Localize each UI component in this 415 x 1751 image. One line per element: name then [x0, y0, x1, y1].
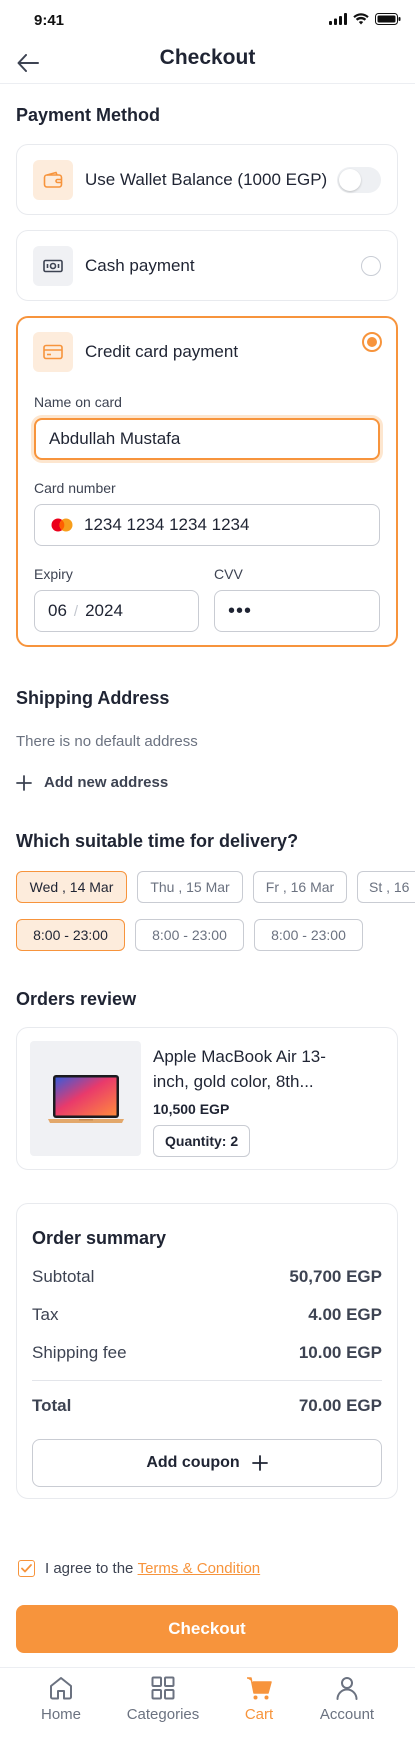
- wifi-icon: [353, 13, 369, 25]
- total-label: Total: [32, 1396, 72, 1415]
- time-chip[interactable]: 8:00 - 23:00: [16, 919, 125, 951]
- credit-card-radio[interactable]: [362, 332, 382, 352]
- subtotal-row: Subtotal 50,700 EGP: [32, 1267, 382, 1287]
- expiry-month: 06: [48, 601, 67, 620]
- cart-icon: [247, 1677, 272, 1700]
- nav-account-label: Account: [319, 1706, 375, 1723]
- nav-home-label: Home: [40, 1706, 81, 1723]
- home-icon: [50, 1677, 72, 1700]
- quantity-badge[interactable]: Quantity: 2: [153, 1125, 251, 1157]
- product-name-line: Apple MacBook Air 13-: [153, 1047, 326, 1066]
- shipping-fee-value: 10.00 EGP: [298, 1343, 382, 1362]
- subtotal-label: Subtotal: [32, 1267, 95, 1286]
- total-value: 70.00 EGP: [298, 1396, 382, 1415]
- battery-icon: [375, 13, 401, 25]
- laptop-image: [47, 1074, 124, 1123]
- cvv-label: CVV: [214, 566, 243, 582]
- nav-home[interactable]: Home: [16, 1674, 106, 1723]
- date-chip[interactable]: Fr , 16 Mar: [253, 871, 347, 903]
- nav-account[interactable]: Account: [302, 1674, 392, 1723]
- checkmark-icon: [21, 1564, 32, 1573]
- tax-row: Tax 4.00 EGP: [32, 1305, 382, 1325]
- page-title: Checkout: [159, 46, 256, 69]
- product-name: Apple MacBook Air 13- inch, gold color, …: [153, 1044, 326, 1094]
- expiry-separator: /: [73, 602, 79, 620]
- name-on-card-input[interactable]: Abdullah Mustafa: [34, 418, 380, 460]
- tax-value: 4.00 EGP: [308, 1305, 382, 1324]
- wallet-label: Use Wallet Balance (1000 EGP): [85, 170, 328, 189]
- date-chip[interactable]: Wed , 14 Mar: [16, 871, 127, 903]
- name-on-card-label: Name on card: [34, 394, 122, 410]
- cash-icon: [33, 246, 73, 286]
- product-image: [30, 1041, 141, 1156]
- plus-icon: [16, 774, 32, 791]
- nav-cart[interactable]: Cart: [214, 1674, 304, 1723]
- checkout-label: Checkout: [168, 1619, 246, 1638]
- add-coupon-button[interactable]: Add coupon: [32, 1439, 382, 1487]
- shipping-fee-row: Shipping fee 10.00 EGP: [32, 1343, 382, 1363]
- status-time: 9:41: [34, 12, 65, 29]
- credit-card-option[interactable]: Credit card payment Name on card Abdulla…: [16, 316, 398, 647]
- payment-method-title: Payment Method: [16, 105, 161, 125]
- expiry-input[interactable]: 06 / 2024: [34, 590, 199, 632]
- top-app-bar: Checkout: [0, 40, 415, 84]
- signal-icon: [329, 13, 347, 25]
- terms-checkbox[interactable]: [18, 1560, 35, 1577]
- card-number-input[interactable]: 1234 1234 1234 1234: [34, 504, 380, 546]
- terms-row: I agree to the Terms & Condition: [18, 1560, 260, 1577]
- cvv-input[interactable]: •••: [214, 590, 380, 632]
- wallet-toggle[interactable]: [337, 167, 381, 193]
- no-address-text: There is no default address: [16, 733, 198, 750]
- order-summary-title: Order summary: [32, 1228, 167, 1248]
- plus-icon: [251, 1455, 268, 1471]
- add-coupon-label: Add coupon: [146, 1454, 240, 1471]
- status-bar: 9:41: [0, 0, 415, 40]
- delivery-time-title: Which suitable time for delivery?: [16, 831, 299, 851]
- wallet-option[interactable]: Use Wallet Balance (1000 EGP): [16, 144, 398, 215]
- credit-card-label: Credit card payment: [85, 342, 239, 361]
- subtotal-value: 50,700 EGP: [289, 1267, 382, 1286]
- time-chip[interactable]: 8:00 - 23:00: [135, 919, 244, 951]
- card-number-label: Card number: [34, 480, 116, 496]
- wallet-icon: [33, 160, 73, 200]
- product-price: 10,500 EGP: [153, 1101, 230, 1117]
- credit-card-icon: [33, 332, 73, 372]
- time-chip[interactable]: 8:00 - 23:00: [254, 919, 363, 951]
- add-address-label: Add new address: [44, 774, 169, 791]
- nav-cart-label: Cart: [244, 1706, 274, 1723]
- expiry-year: 2024: [85, 601, 123, 620]
- orders-review-title: Orders review: [16, 989, 137, 1009]
- cash-option[interactable]: Cash payment: [16, 230, 398, 301]
- summary-divider: [32, 1380, 382, 1381]
- card-number-value: 1234 1234 1234 1234: [84, 515, 250, 534]
- expiry-label: Expiry: [34, 566, 73, 582]
- cash-radio[interactable]: [361, 256, 381, 276]
- grid-icon: [151, 1676, 175, 1700]
- order-item-card[interactable]: Apple MacBook Air 13- inch, gold color, …: [16, 1027, 398, 1170]
- tax-label: Tax: [32, 1305, 59, 1324]
- terms-link[interactable]: Terms & Condition: [138, 1560, 261, 1577]
- date-chip[interactable]: Thu , 15 Mar: [137, 871, 243, 903]
- nav-categories-label: Categories: [126, 1706, 200, 1723]
- product-name-line: inch, gold color, 8th...: [153, 1072, 314, 1091]
- total-row: Total 70.00 EGP: [32, 1396, 382, 1416]
- terms-text: I agree to the: [45, 1560, 138, 1577]
- add-address-button[interactable]: Add new address: [16, 774, 168, 791]
- checkout-button[interactable]: Checkout: [16, 1605, 398, 1653]
- date-chip[interactable]: St , 16: [357, 871, 415, 903]
- shipping-fee-label: Shipping fee: [32, 1343, 127, 1362]
- cash-label: Cash payment: [85, 256, 195, 275]
- user-icon: [336, 1677, 358, 1700]
- shipping-address-title: Shipping Address: [16, 688, 170, 708]
- mastercard-icon: [51, 518, 73, 532]
- status-icons: [329, 13, 401, 25]
- nav-categories[interactable]: Categories: [118, 1674, 208, 1723]
